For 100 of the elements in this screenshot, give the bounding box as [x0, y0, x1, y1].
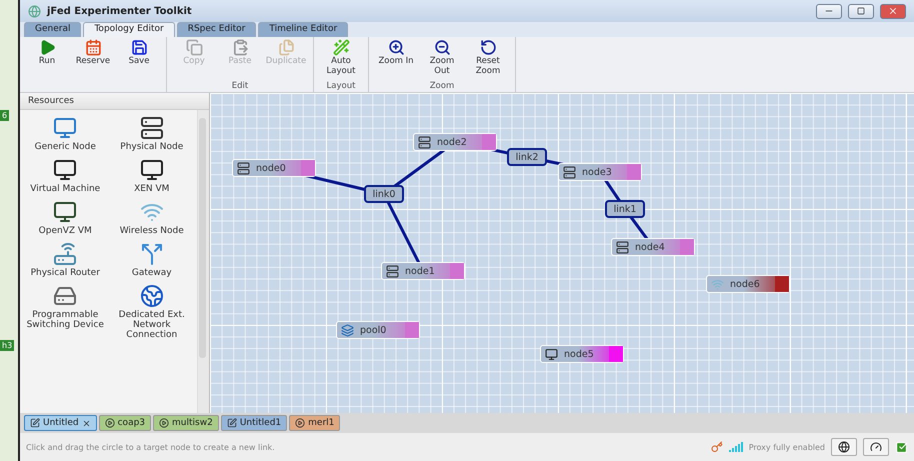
monitor-icon: [53, 200, 78, 224]
globe-button[interactable]: [831, 438, 857, 456]
proxy-status: Proxy fully enabled: [748, 442, 825, 452]
toolbar-button[interactable]: Reserve: [72, 37, 114, 81]
save-icon: [130, 39, 148, 56]
resource-item[interactable]: Wireless Node: [120, 226, 184, 236]
node-label: node5: [564, 348, 594, 360]
gateway-icon: [140, 242, 164, 266]
globe-icon: [140, 284, 164, 308]
document-tab[interactable]: merl1: [289, 415, 340, 431]
document-tab[interactable]: coap3: [98, 415, 152, 431]
computer-icon: [53, 116, 78, 140]
scrollbar[interactable]: [197, 110, 209, 413]
router-icon: [53, 242, 78, 266]
document-tab[interactable]: Untitled1: [220, 415, 288, 431]
topology-node[interactable]: pool0: [336, 321, 420, 339]
resource-item[interactable]: OpenVZ VM: [38, 226, 92, 236]
play-icon: [104, 418, 115, 428]
toolbar-button[interactable]: Zoom In: [375, 37, 417, 81]
toolbar-button[interactable]: Auto Layout: [320, 37, 362, 81]
resource-item[interactable]: Dedicated Ext. Network Connection: [108, 310, 195, 340]
document-tab[interactable]: Untitled: [24, 415, 97, 431]
link-node[interactable]: link0: [364, 185, 404, 203]
server-icon: [418, 136, 431, 148]
server-icon: [237, 162, 250, 174]
minimize-button[interactable]: [816, 4, 842, 18]
toolbar-button[interactable]: Run: [26, 37, 68, 81]
resource-item[interactable]: Virtual Machine: [30, 184, 100, 194]
copy-icon: [186, 39, 202, 56]
resource-item[interactable]: Physical Router: [30, 268, 100, 278]
gauge-button[interactable]: [863, 438, 889, 456]
switch-icon: [53, 284, 78, 308]
toolbar-button[interactable]: Reset Zoom: [467, 37, 509, 81]
close-icon: [888, 6, 898, 16]
wand-icon: [332, 39, 350, 56]
window-title: jFed Experimenter Toolkit: [47, 6, 193, 16]
xen-monitor-icon: [140, 158, 164, 182]
reset-icon: [480, 39, 496, 56]
topology-node[interactable]: node0: [232, 159, 316, 177]
group-label: Layout: [326, 81, 356, 92]
node-label: pool0: [360, 324, 386, 336]
resource-item[interactable]: Gateway: [132, 268, 172, 278]
pool-icon: [341, 324, 354, 336]
group-label: Edit: [232, 81, 248, 92]
node-label: node6: [730, 278, 760, 290]
status-message: Click and drag the circle to a target node to create a new link.: [26, 442, 276, 452]
topology-canvas[interactable]: node0 node2 node3 node4 node1 node6 pool0 node5 link0 link2 link1: [210, 93, 914, 413]
resource-item[interactable]: Generic Node: [34, 142, 96, 152]
toolbar-button[interactable]: Save: [118, 37, 160, 81]
topology-node[interactable]: node2: [413, 133, 497, 151]
topology-node[interactable]: node3: [558, 163, 642, 181]
close-button[interactable]: [880, 4, 906, 18]
editor-tab[interactable]: General: [24, 22, 82, 37]
server-icon: [616, 240, 629, 254]
server-icon: [386, 264, 399, 278]
play-icon: [295, 418, 306, 428]
xen-monitor-icon: [545, 348, 558, 360]
node-label: node1: [405, 266, 435, 276]
maximize-button[interactable]: [848, 4, 874, 18]
edit-icon: [30, 418, 40, 428]
node-label: node3: [582, 166, 612, 178]
node-label: node4: [635, 242, 665, 252]
resource-item[interactable]: XEN VM: [134, 184, 170, 194]
calendar-icon: [84, 39, 102, 56]
server-icon: [563, 166, 576, 178]
zoom-in-icon: [388, 39, 404, 56]
key-icon: [710, 441, 723, 453]
server-icon: [140, 116, 164, 140]
zoom-out-icon: [434, 39, 450, 56]
group-label: Zoom: [430, 81, 454, 92]
toolbar-button[interactable]: Zoom Out: [421, 37, 463, 81]
paste-icon: [232, 39, 248, 56]
editor-tab[interactable]: Topology Editor: [83, 22, 175, 37]
gauge-icon: [870, 441, 882, 453]
topology-node[interactable]: node4: [611, 238, 695, 256]
link-node[interactable]: link2: [507, 148, 547, 166]
diagram-label-fragment: h3: [0, 340, 14, 352]
editor-tab[interactable]: RSpec Editor: [176, 22, 256, 37]
edit-icon: [226, 418, 237, 428]
document-tab[interactable]: multisw2: [153, 415, 219, 431]
topology-node[interactable]: node1: [381, 262, 465, 280]
topology-node[interactable]: node5: [540, 345, 624, 363]
resource-item[interactable]: Programmable Switching Device: [22, 310, 108, 330]
resource-item[interactable]: Physical Node: [120, 142, 184, 152]
node-label: node2: [437, 136, 467, 148]
maximize-icon: [857, 7, 865, 15]
editor-tab[interactable]: Timeline Editor: [258, 22, 348, 37]
globe-icon: [838, 441, 850, 453]
duplicate-icon: [278, 39, 294, 56]
play-icon: [159, 418, 170, 428]
node-label: node0: [256, 162, 286, 174]
vm-monitor-icon: [53, 158, 78, 182]
app-icon: [28, 4, 41, 18]
topology-node[interactable]: node6: [706, 275, 790, 293]
diagram-label-fragment: 6: [0, 110, 10, 121]
antenna-icon: [711, 278, 724, 290]
close-icon[interactable]: [82, 418, 91, 428]
play-icon: [38, 39, 56, 56]
link-node[interactable]: link1: [605, 200, 645, 218]
signal-icon: [728, 442, 743, 452]
